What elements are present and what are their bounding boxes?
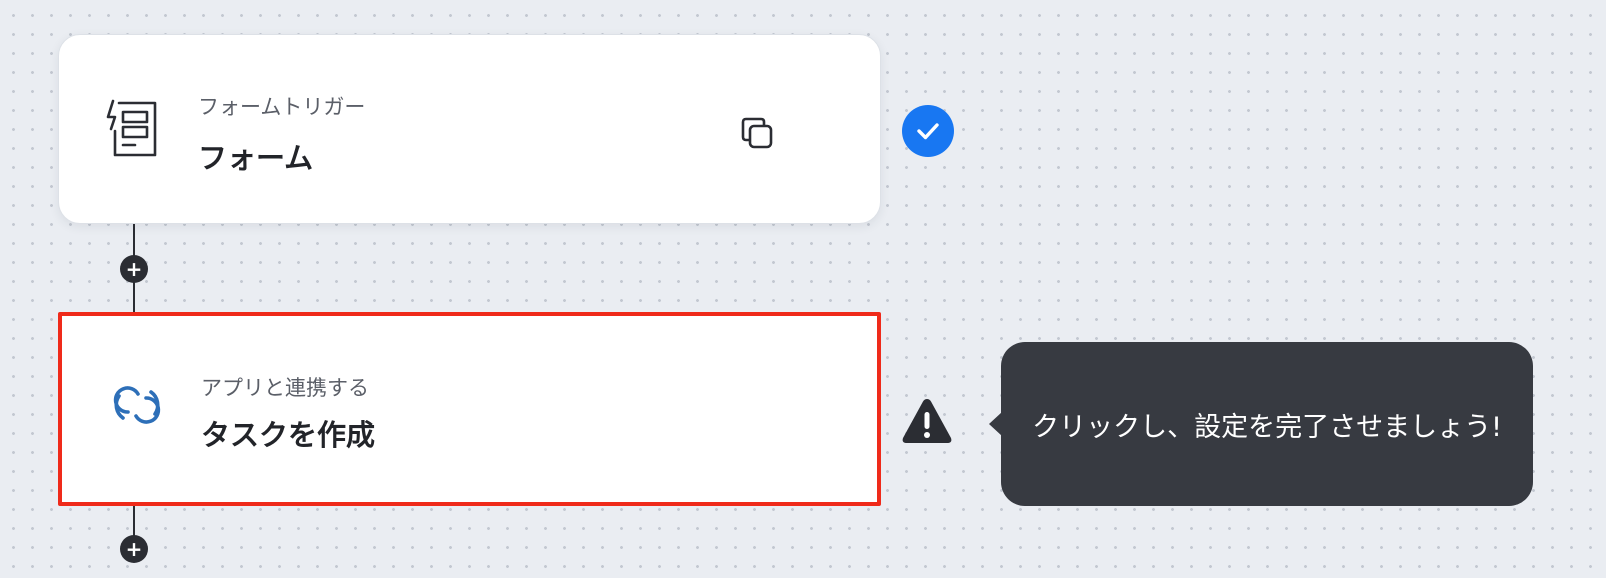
app-link-icon	[106, 374, 168, 436]
add-step-button[interactable]: +	[120, 255, 148, 283]
action-subtitle: アプリと連携する	[201, 376, 369, 400]
form-trigger-icon	[103, 97, 165, 159]
setup-hint-tooltip: クリックし、設定を完了させましょう!	[1001, 342, 1533, 506]
trigger-card[interactable]: フォームトリガー フォーム	[58, 34, 881, 224]
copy-icon[interactable]	[737, 113, 777, 153]
action-title: タスクを作成	[201, 418, 376, 452]
check-icon	[902, 105, 954, 157]
trigger-title: フォーム	[198, 141, 314, 175]
add-step-button[interactable]: +	[120, 535, 148, 563]
warning-icon	[900, 396, 954, 446]
trigger-subtitle: フォームトリガー	[198, 95, 366, 119]
action-card[interactable]: アプリと連携する タスクを作成	[58, 312, 881, 506]
